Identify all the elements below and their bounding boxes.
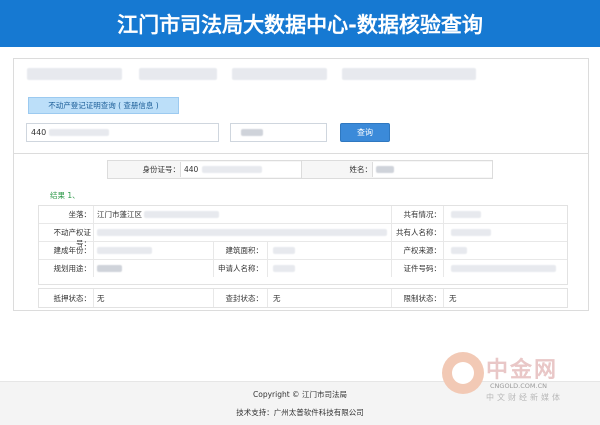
seizure-status-value: 无 xyxy=(273,294,281,303)
redacted-filter-2 xyxy=(139,68,217,80)
mortgage-status-value: 无 xyxy=(97,294,105,303)
restriction-status-value: 无 xyxy=(449,294,457,303)
redacted-row1-value1 xyxy=(144,211,219,218)
row3-label3: 产权来源： xyxy=(403,246,442,255)
id-summary-label: 身份证号： xyxy=(142,165,181,174)
row4-label2: 申请人名称： xyxy=(218,264,263,273)
redacted-row2-value1 xyxy=(97,229,387,236)
redacted-row4-value1 xyxy=(97,265,122,272)
name-summary-field: 姓名： xyxy=(301,160,493,179)
redacted-name-summary xyxy=(376,166,394,173)
row1-value1: 江门市蓬江区 xyxy=(97,210,142,219)
redacted-filter-3 xyxy=(232,68,327,80)
page-header: 江门市司法局大数据中心-数据核验查询 xyxy=(0,0,600,47)
name-summary-label: 姓名： xyxy=(349,165,373,174)
watermark-subtitle: 中文财经新媒体 xyxy=(486,393,563,402)
redacted-filter-4 xyxy=(342,68,476,80)
redacted-id-input xyxy=(49,129,109,136)
table-row: 不动产权证号： 共有人名称： xyxy=(39,224,567,248)
watermark-name: 中金网 xyxy=(486,358,559,383)
id-number-value: 440 xyxy=(31,128,47,137)
id-number-input[interactable]: 440 xyxy=(26,123,219,142)
result-table: 坐落： 江门市蓬江区 共有情况： 不动产权证号： 共有人名称： 建成年份： 建筑… xyxy=(38,205,568,285)
id-summary-field: 身份证号： 440 xyxy=(107,160,302,179)
status-table: 抵押状态： 无 查封状态： 无 限制状态： 无 xyxy=(38,288,568,308)
row4-label3: 证件号码： xyxy=(403,264,442,273)
query-button[interactable]: 查询 xyxy=(340,123,390,142)
redacted-row1-value3 xyxy=(451,211,481,218)
watermark: 中金网 CNGOLD.COM.CN 中文财经新媒体 xyxy=(440,348,600,408)
redacted-filter-1 xyxy=(27,68,122,80)
row1-label3: 共有情况： xyxy=(403,210,442,219)
redacted-row3-value3 xyxy=(451,247,467,254)
query-panel: 不动产登记证明查询 ( 查册信息 ) 440 查询 xyxy=(13,58,589,154)
restriction-status-label: 限制状态： xyxy=(403,294,442,303)
table-row: 规划用途： 申请人名称： 证件号码： xyxy=(39,260,567,277)
redacted-row2-value3 xyxy=(451,229,491,236)
watermark-url: CNGOLD.COM.CN xyxy=(490,382,547,390)
redacted-row3-value1 xyxy=(97,247,152,254)
redacted-row3-value2 xyxy=(273,247,295,254)
table-row: 坐落： 江门市蓬江区 共有情况： xyxy=(39,206,567,224)
cngold-logo-inner xyxy=(452,362,474,384)
row2-label3: 共有人名称： xyxy=(396,228,441,237)
redacted-id-summary xyxy=(202,166,262,173)
support-text: 技术支持：广州太普软件科技有限公司 xyxy=(236,408,364,417)
redacted-row4-value2 xyxy=(273,265,295,272)
seizure-status-label: 查封状态： xyxy=(225,294,264,303)
row3-label2: 建筑面积： xyxy=(225,246,264,255)
tab-property-query[interactable]: 不动产登记证明查询 ( 查册信息 ) xyxy=(28,97,179,114)
result-title: 结果 1、 xyxy=(50,191,80,200)
row1-label1: 坐落： xyxy=(68,210,92,219)
table-row: 建成年份： 建筑面积： 产权来源： xyxy=(39,242,567,260)
page-title: 江门市司法局大数据中心-数据核验查询 xyxy=(117,13,483,37)
id-summary-value: 440 xyxy=(184,165,199,174)
row4-label1: 规划用途： xyxy=(53,264,92,273)
mortgage-status-label: 抵押状态： xyxy=(53,294,92,303)
redacted-row4-value3 xyxy=(451,265,556,272)
redacted-name-input xyxy=(241,129,263,136)
row3-label1: 建成年份： xyxy=(53,246,92,255)
name-input[interactable] xyxy=(230,123,327,142)
